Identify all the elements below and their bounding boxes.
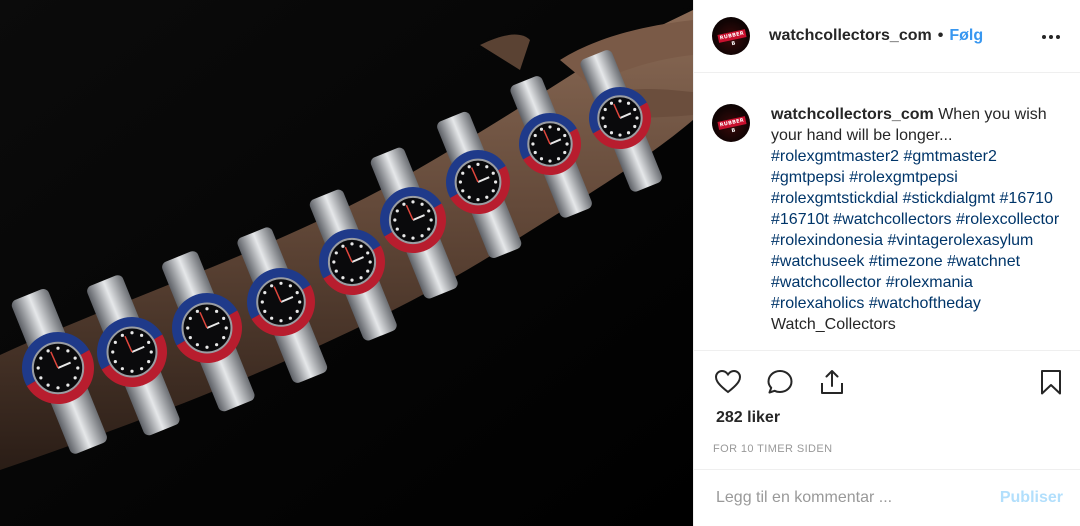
bookmark-icon[interactable] bbox=[1037, 368, 1065, 396]
caption-username[interactable]: watchcollectors_com bbox=[771, 106, 934, 123]
add-comment-bar: Publiser bbox=[694, 469, 1080, 526]
caption-hashtags[interactable]: #rolexgmtmaster2 #gmtmaster2 #gmtpepsi #… bbox=[771, 148, 1059, 312]
watches-on-arm-photo bbox=[0, 0, 693, 526]
heart-icon[interactable] bbox=[714, 368, 742, 396]
caption-text: watchcollectors_com When you wish your h… bbox=[771, 104, 1065, 335]
avatar[interactable]: RUBBER B bbox=[712, 17, 750, 55]
post-header: RUBBER B watchcollectors_com • Følg bbox=[694, 0, 1080, 73]
caption-trailing: Watch_Collectors bbox=[771, 316, 896, 333]
caption-avatar[interactable]: RUBBER B bbox=[712, 104, 750, 142]
post-sidebar: RUBBER B watchcollectors_com • Følg RUBB… bbox=[693, 0, 1080, 526]
more-icon[interactable] bbox=[1041, 27, 1061, 47]
comment-input[interactable] bbox=[716, 489, 1000, 507]
share-icon[interactable] bbox=[818, 368, 846, 396]
post-timestamp[interactable]: FOR 10 TIMER SIDEN bbox=[713, 443, 832, 455]
comment-icon[interactable] bbox=[766, 368, 794, 396]
avatar-logo-text: RUBBER B bbox=[717, 29, 747, 48]
caption-comment: RUBBER B watchcollectors_com When you wi… bbox=[712, 104, 1065, 335]
comments-area[interactable]: RUBBER B watchcollectors_com When you wi… bbox=[694, 74, 1080, 350]
post-image[interactable] bbox=[0, 0, 693, 526]
action-bar bbox=[694, 350, 1080, 413]
publish-button[interactable]: Publiser bbox=[1000, 489, 1063, 507]
likes-count[interactable]: 282 liker bbox=[716, 409, 780, 427]
separator-dot: • bbox=[937, 27, 944, 44]
follow-button[interactable]: Følg bbox=[949, 27, 983, 45]
post-username[interactable]: watchcollectors_com bbox=[769, 27, 932, 45]
avatar-logo-text: RUBBER B bbox=[717, 116, 747, 135]
